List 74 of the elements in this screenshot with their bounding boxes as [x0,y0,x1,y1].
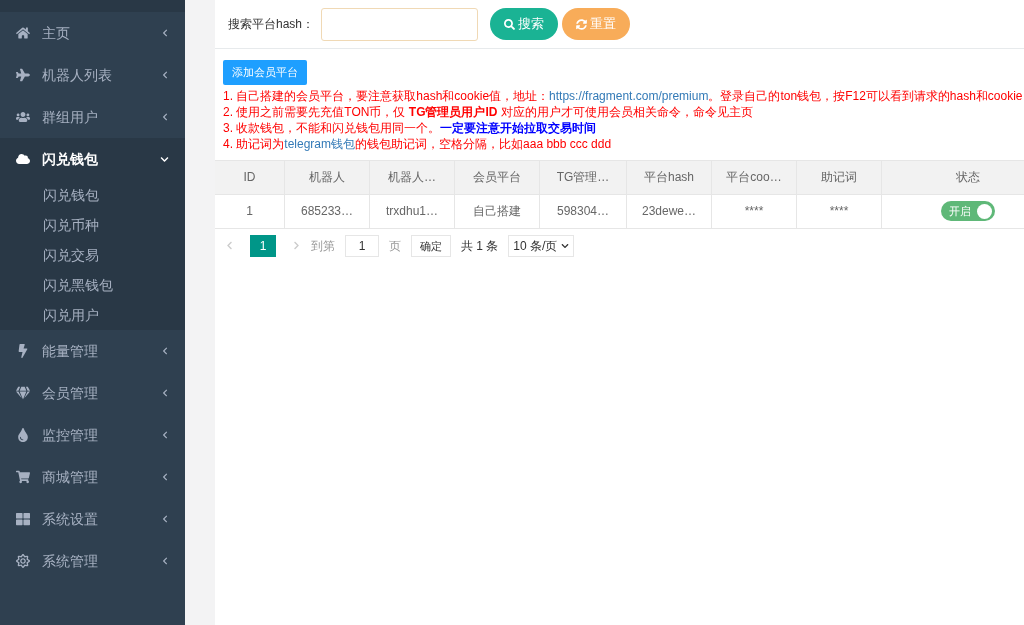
column-header: 机器人 [285,160,370,194]
chevron-left-icon [161,389,169,397]
nav-item[interactable]: 能量管理 [0,330,185,372]
table-cell: **** [712,194,797,228]
chevron-left-icon [161,71,169,79]
table-cell: **** [797,194,882,228]
nav-item[interactable]: 系统设置 [0,498,185,540]
nav-item[interactable]: 闪兑钱包 [0,138,185,180]
column-header: 平台hash [627,160,712,194]
note-text: 4. 助记词为telegram钱包的钱包助记词，空格分隔，比如aaa bbb ccc ddd [223,135,612,152]
column-header: ID [215,160,285,194]
note-text: 2. 使用之前需要先充值TON币，仅 TG管理员用户ID 对应的用户才可使用会员相关命令，命令见主页 [223,103,753,120]
cart-icon [16,470,30,484]
nav-subitem[interactable]: 闪兑钱包 [0,180,185,210]
table-cell: 1 [215,194,285,228]
table-cell: 598304… [540,194,627,228]
hash-input-field[interactable] [321,7,479,41]
chevron-left-icon [161,557,169,565]
chevron-left-icon [161,473,169,481]
home-icon [16,26,30,40]
total-count: 共 1 条 [461,237,499,255]
caret-icon [561,241,570,250]
refresh-icon [576,18,588,30]
nav-subitem[interactable]: 闪兑币种 [0,210,185,240]
nav-item[interactable]: 会员管理 [0,372,185,414]
chevron-left-icon [161,515,169,523]
table-cell: trxdhu1… [370,194,455,228]
airplane-icon [16,68,30,82]
confirm-button[interactable]: 确定 [411,234,451,257]
page-number[interactable]: 1 [250,234,276,257]
column-header: 机器人… [370,160,455,194]
cloud-icon [16,152,30,166]
nav-item[interactable]: 机器人列表 [0,54,185,96]
chevron-left-icon [161,113,169,121]
chevron-left-icon [161,431,169,439]
diamond-icon [16,386,30,400]
page-input-field[interactable]: 1 [345,234,379,257]
note-text: 1. 自己搭建的会员平台，要注意获取hash和cookie值，地址：https://fragment.com/premium。登录自己的ton钱包，按F12可以看到请求的hash和cookie [223,87,1023,104]
chevron-down-icon [160,154,169,164]
users-icon [16,110,30,124]
column-header: 平台coo… [712,160,797,194]
column-header: TG管理… [540,160,627,194]
search-button[interactable]: 搜索 [490,8,559,40]
add-platform-button[interactable]: 添加会员平台 [223,59,307,85]
chevron-left-icon [161,347,169,355]
lightning-icon [16,344,30,358]
nav-item[interactable]: 群组用户 [0,96,185,138]
column-header: 会员平台 [455,160,540,194]
table-cell: 23dewe… [627,194,712,228]
previous-page-icon[interactable] [225,241,234,251]
goto-label: 到第 [311,237,335,255]
link[interactable]: telegram钱包 [284,136,356,151]
drop-icon [16,428,30,442]
nav-item[interactable]: 系统管理 [0,540,185,582]
nav-item[interactable]: 商城管理 [0,456,185,498]
grid-icon [16,512,30,526]
gear-icon [16,554,30,568]
nav-item[interactable]: 监控管理 [0,414,185,456]
search-label: 搜索平台hash： [228,16,315,33]
table-cell: 自己搭建 [455,194,540,228]
link[interactable]: https://fragment.com/premium [549,88,709,103]
search-icon [504,18,516,30]
chevron-left-icon [161,29,169,37]
note-text: 3. 收款钱包，不能和闪兑钱包用同一个。一定要注意开始拉取交易时间 [223,119,597,136]
column-header: 状态 [882,160,1024,194]
column-header: 助记词 [797,160,882,194]
next-page-icon[interactable] [292,241,301,251]
page-size-select[interactable]: 10 条/页 [508,234,575,257]
table-cell: 685233… [285,194,370,228]
nav-subitem[interactable]: 闪兑用户 [0,300,185,330]
page-unit: 页 [389,237,401,255]
nav-subitem[interactable]: 闪兑黑钱包 [0,270,185,300]
nav-item[interactable]: 主页 [0,12,185,54]
nav-subitem[interactable]: 闪兑交易 [0,240,185,270]
